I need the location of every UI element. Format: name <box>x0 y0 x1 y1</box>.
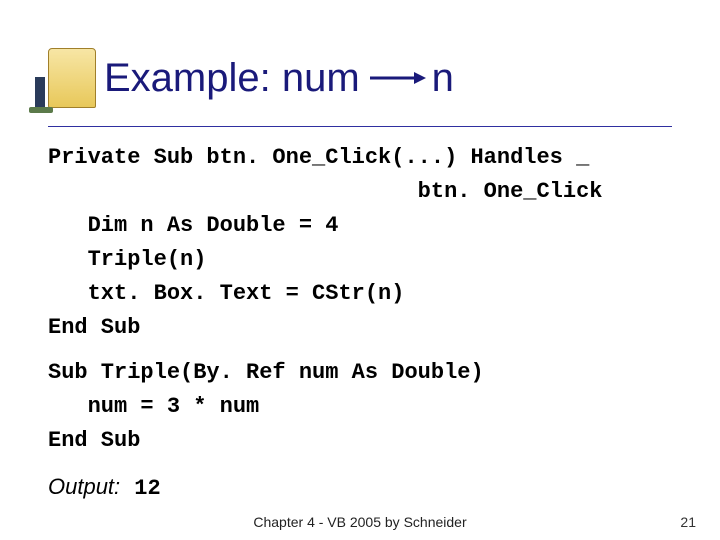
code-line: Sub Triple(By. Ref num As Double) <box>48 356 672 390</box>
output-value: 12 <box>134 476 160 501</box>
page-number: 21 <box>680 514 696 530</box>
slide: Example: num n Private Sub btn. One_Clic… <box>0 0 720 540</box>
code-line: Dim n As Double = 4 <box>48 209 672 243</box>
arrow-icon <box>366 68 426 88</box>
code-line: End Sub <box>48 424 672 458</box>
footer-text: Chapter 4 - VB 2005 by Schneider <box>0 514 720 530</box>
code-block-1: Private Sub btn. One_Click(...) Handles … <box>0 141 720 346</box>
slide-title: Example: num n <box>104 56 454 101</box>
code-line: Private Sub btn. One_Click(...) Handles … <box>48 141 672 175</box>
title-divider <box>48 126 672 127</box>
code-line: num = 3 * num <box>48 390 672 424</box>
code-line: btn. One_Click <box>48 175 672 209</box>
code-spacer <box>0 346 720 356</box>
bullet-icon <box>48 48 96 108</box>
output-row: Output: 12 <box>0 458 720 501</box>
title-suffix: n <box>432 56 454 101</box>
code-line: txt. Box. Text = CStr(n) <box>48 277 672 311</box>
code-block-2: Sub Triple(By. Ref num As Double) num = … <box>0 356 720 458</box>
output-label: Output: <box>48 474 120 499</box>
code-line: Triple(n) <box>48 243 672 277</box>
title-row: Example: num n <box>0 0 720 126</box>
code-line: End Sub <box>48 311 672 345</box>
title-prefix: Example: num <box>104 56 360 101</box>
